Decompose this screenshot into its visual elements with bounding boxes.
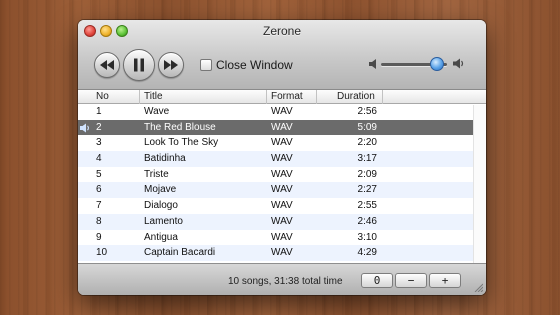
previous-track-button[interactable] [94, 52, 120, 78]
toolbar: Zerone Close Window [78, 20, 486, 90]
track-title: Captain Bacardi [144, 247, 216, 259]
track-duration: 4:29 [357, 247, 377, 259]
track-duration: 3:17 [357, 153, 377, 165]
track-number: 6 [96, 184, 102, 196]
track-duration: 5:09 [357, 121, 377, 133]
track-format: WAV [271, 106, 293, 117]
speaker-icon [80, 123, 89, 133]
track-row[interactable]: 4 Batidinha WAV 3:17 [78, 151, 486, 167]
volume-low-icon [369, 59, 376, 69]
track-row[interactable]: 3 Look To The Sky WAV 2:20 [78, 135, 486, 151]
pause-button[interactable] [123, 49, 155, 81]
track-duration: 2:09 [357, 168, 377, 180]
track-row[interactable]: 7 Dialogo WAV 2:55 [78, 198, 486, 214]
track-number: 4 [96, 153, 102, 165]
now-playing-cell [78, 245, 92, 261]
track-row[interactable]: 6 Mojave WAV 2:27 [78, 182, 486, 199]
close-window-checkbox[interactable] [200, 59, 212, 71]
track-format: WAV [271, 153, 293, 165]
track-title: Antigua [144, 231, 178, 243]
now-playing-cell [78, 230, 92, 246]
close-window-option[interactable]: Close Window [200, 58, 293, 72]
track-number: 3 [96, 137, 102, 149]
now-playing-cell [78, 214, 92, 230]
library-summary: 10 songs, 31:38 total time [228, 276, 343, 287]
track-format: WAV [271, 184, 293, 196]
track-number: 2 [96, 121, 102, 133]
now-playing-cell [78, 104, 92, 120]
header-duration[interactable]: Duration [317, 90, 383, 104]
header-title[interactable]: Title [140, 90, 267, 104]
add-track-button[interactable]: + [429, 273, 461, 288]
track-duration: 2:56 [357, 106, 377, 117]
resize-grip-icon[interactable] [474, 283, 483, 292]
track-duration: 2:46 [357, 215, 377, 227]
track-title: Batidinha [144, 153, 186, 165]
rewind-icon [100, 60, 114, 70]
track-title: The Red Blouse [144, 121, 216, 133]
track-number: 8 [96, 215, 102, 227]
track-title: Look To The Sky [144, 137, 219, 149]
now-playing-cell [78, 135, 92, 151]
track-number: 7 [96, 200, 102, 212]
track-duration: 2:55 [357, 200, 377, 212]
volume-slider-knob[interactable] [430, 57, 445, 71]
remove-track-button[interactable]: − [395, 273, 427, 288]
player-window: Zerone Close Window No Title Format Dura… [78, 20, 486, 295]
now-playing-cell [78, 120, 92, 136]
track-format: WAV [271, 215, 293, 227]
pause-icon [134, 58, 144, 72]
track-title: Wave [144, 106, 170, 117]
track-row[interactable]: 8 Lamento WAV 2:46 [78, 213, 486, 230]
track-format: WAV [271, 247, 293, 259]
track-list-header: No Title Format Duration [78, 90, 486, 104]
header-no[interactable]: No [92, 90, 140, 104]
track-number: 1 [96, 106, 102, 117]
now-playing-cell [78, 167, 92, 183]
header-playing-column [78, 90, 92, 104]
track-format: WAV [271, 168, 293, 180]
window-title: Zerone [262, 24, 302, 38]
status-bar: 10 songs, 31:38 total time 0 − + [78, 263, 486, 295]
track-title: Lamento [144, 215, 183, 227]
header-format[interactable]: Format [267, 90, 317, 104]
track-format: WAV [271, 121, 293, 133]
track-format: WAV [271, 200, 293, 212]
next-track-button[interactable] [158, 52, 184, 78]
now-playing-cell [78, 198, 92, 214]
close-window-label: Close Window [216, 58, 293, 72]
track-list[interactable]: No Title Format Duration 1 Wave WAV 2:56 2 Th… [78, 90, 486, 263]
track-title: Dialogo [144, 200, 178, 212]
track-row[interactable]: 10 Captain Bacardi WAV 4:29 [78, 245, 486, 261]
track-title: Triste [144, 168, 169, 180]
track-format: WAV [271, 231, 293, 243]
track-format: WAV [271, 137, 293, 149]
track-number: 5 [96, 168, 102, 180]
track-row[interactable]: 9 Antigua WAV 3:10 [78, 230, 486, 246]
volume-high-icon [453, 58, 464, 69]
now-playing-cell [78, 182, 92, 198]
track-duration: 3:10 [357, 231, 377, 243]
track-row[interactable]: 1 Wave WAV 2:56 [78, 104, 486, 120]
fast-forward-icon [164, 60, 178, 70]
track-title: Mojave [144, 184, 177, 196]
scrollbar-track[interactable] [473, 105, 486, 263]
track-number: 9 [96, 231, 102, 243]
track-rows: 1 Wave WAV 2:56 2 The Red Blouse WAV 5:09 3 Look … [78, 104, 486, 261]
track-duration: 2:20 [357, 137, 377, 149]
track-number: 10 [96, 247, 108, 259]
now-playing-cell [78, 151, 92, 167]
track-row[interactable]: 2 The Red Blouse WAV 5:09 [78, 119, 486, 136]
track-row[interactable]: 5 Triste WAV 2:09 [78, 167, 486, 183]
zero-button[interactable]: 0 [361, 273, 393, 288]
track-duration: 2:27 [357, 184, 377, 196]
